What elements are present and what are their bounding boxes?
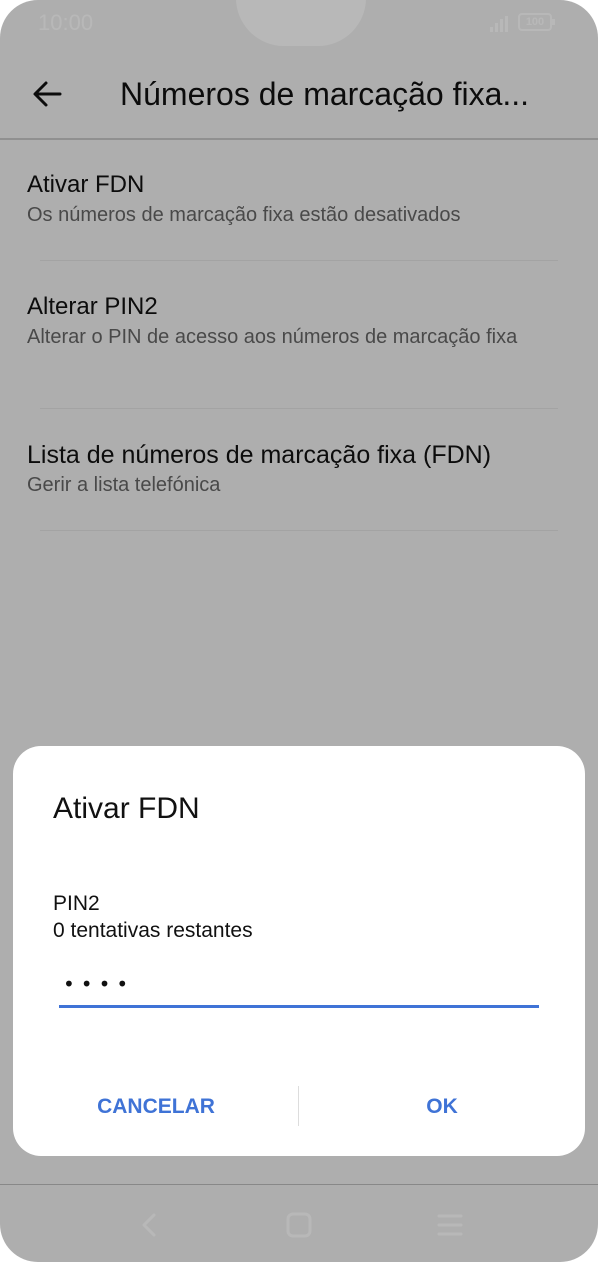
phone-screen: 10:00 100 Números de marcação fixa... At… (0, 0, 598, 1262)
dialog-button-bar: CANCELAR OK (13, 1082, 585, 1132)
dialog-title: Ativar FDN (53, 792, 200, 825)
attempts-remaining-label: 0 tentativas restantes (53, 919, 253, 942)
dialog-message: PIN2 0 tentativas restantes (53, 890, 253, 944)
enable-fdn-dialog: Ativar FDN PIN2 0 tentativas restantes C… (13, 746, 585, 1156)
cancel-button[interactable]: CANCELAR (13, 1082, 299, 1132)
ok-button[interactable]: OK (299, 1082, 585, 1132)
pin2-label: PIN2 (53, 892, 100, 915)
pin2-input[interactable] (59, 962, 539, 1008)
